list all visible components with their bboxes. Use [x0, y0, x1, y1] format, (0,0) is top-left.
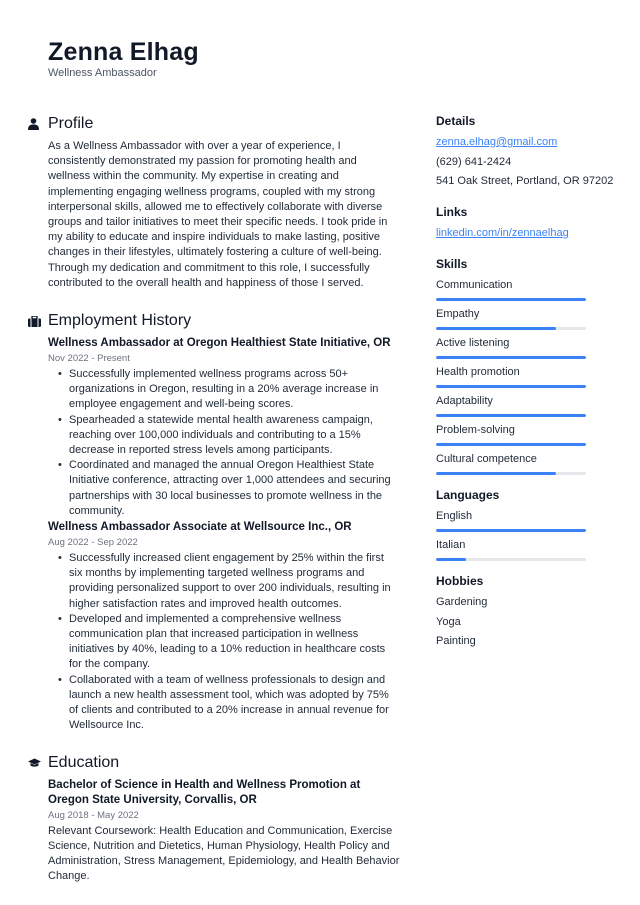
skill-level-track [436, 414, 586, 417]
job-dates: Nov 2022 - Present [48, 353, 130, 365]
profile-heading: Profile [28, 113, 400, 135]
details-section: Details zenna.elhag@gmail.com (629) 641-… [436, 113, 626, 189]
skill-label: Empathy [436, 308, 480, 320]
job-title: Wellness Ambassador at Oregon Healthiest… [48, 337, 391, 350]
education-text: Relevant Coursework: Health Education an… [48, 824, 400, 883]
job-entry: Wellness Ambassador at Oregon Healthiest… [48, 336, 400, 519]
skill-label: Active listening [436, 337, 510, 349]
languages-list: English Italian [436, 509, 626, 561]
skill-item: Communication [436, 278, 626, 301]
skill-level-track [436, 472, 586, 475]
education-entry: Bachelor of Science in Health and Wellne… [48, 778, 400, 885]
job-bullets: Successfully implemented wellness progra… [48, 367, 400, 519]
links-heading: Links [436, 205, 468, 219]
profile-title: Profile [48, 115, 94, 132]
education-heading: Education [28, 752, 400, 774]
main-column: Profile As a Wellness Ambassador with ov… [28, 113, 400, 884]
education-dates: Aug 2018 - May 2022 [48, 809, 139, 821]
employment-section: Employment History Wellness Ambassador a… [28, 310, 400, 733]
skill-level-fill [436, 356, 586, 359]
phone-number: (629) 641-2424 [436, 155, 512, 168]
job-bullets: Successfully increased client engagement… [48, 551, 400, 733]
education-title: Education [48, 753, 120, 771]
language-level-fill [436, 558, 466, 561]
skill-level-track [436, 443, 586, 446]
job-dates: Aug 2022 - Sep 2022 [48, 537, 138, 549]
candidate-title: Wellness Ambassador [48, 67, 157, 79]
hobby-item: Yoga [436, 615, 461, 628]
skill-level-track [436, 298, 586, 301]
job-title: Wellness Ambassador Associate at Wellsou… [48, 521, 352, 534]
skills-section: Skills Communication Empathy Active listen… [436, 256, 626, 475]
skill-level-track [436, 327, 586, 330]
language-item: English [436, 509, 626, 532]
hobby-item: Gardening [436, 596, 488, 608]
linkedin-link[interactable]: linkedin.com/in/zennaelhag [436, 227, 569, 239]
skills-heading: Skills [436, 257, 468, 271]
job-entry: Wellness Ambassador Associate at Wellsou… [48, 520, 400, 733]
skill-level-fill [436, 443, 586, 446]
skill-label: Problem-solving [436, 424, 515, 436]
candidate-name: Zenna Elhag [48, 38, 199, 66]
employment-heading: Employment History [28, 310, 400, 332]
skill-level-fill [436, 327, 556, 330]
skills-list: Communication Empathy Active listening Heal… [436, 278, 626, 475]
employment-title: Employment History [48, 312, 192, 330]
languages-section: Languages English Italian [436, 487, 626, 561]
degree-title: Bachelor of Science in Health and Wellne… [48, 778, 361, 806]
briefcase-icon [28, 315, 48, 327]
job-bullet: Successfully implemented wellness progra… [58, 367, 400, 413]
skill-label: Health promotion [436, 366, 520, 378]
skill-item: Health promotion [436, 365, 626, 388]
skill-label: Communication [436, 279, 513, 291]
skill-level-track [436, 356, 586, 359]
languages-heading: Languages [436, 488, 500, 502]
hobby-item: Painting [436, 635, 476, 647]
job-bullet: Spearheaded a statewide mental health aw… [58, 413, 400, 459]
skill-label: Adaptability [436, 395, 493, 407]
language-level-fill [436, 529, 586, 532]
language-level-track [436, 529, 586, 532]
details-heading: Details [436, 114, 476, 128]
skill-level-track [436, 385, 586, 388]
job-bullet: Collaborated with a team of wellness pro… [58, 673, 400, 734]
skill-level-fill [436, 414, 586, 417]
education-section: Education Bachelor of Science in Health … [28, 752, 400, 885]
skill-label: Cultural competence [436, 453, 537, 465]
language-level-track [436, 558, 586, 561]
skill-item: Empathy [436, 307, 626, 330]
skill-item: Cultural competence [436, 452, 626, 475]
hobbies-section: Hobbies Gardening Yoga Painting [436, 573, 626, 649]
address: 541 Oak Street, Portland, OR 97202 [436, 175, 614, 187]
job-bullet: Successfully increased client engagement… [58, 551, 400, 612]
profile-text: As a Wellness Ambassador with over a yea… [48, 140, 388, 289]
person-icon [28, 118, 48, 130]
skill-item: Problem-solving [436, 423, 626, 446]
sidebar-column: Details zenna.elhag@gmail.com (629) 641-… [436, 113, 626, 664]
job-bullet: Coordinated and managed the annual Orego… [58, 458, 400, 519]
email-link[interactable]: zenna.elhag@gmail.com [436, 136, 557, 148]
links-section: Links linkedin.com/in/zennaelhag [436, 204, 626, 241]
skill-item: Active listening [436, 336, 626, 359]
skill-item: Adaptability [436, 394, 626, 417]
hobbies-heading: Hobbies [436, 574, 484, 588]
language-item: Italian [436, 538, 626, 561]
skill-level-fill [436, 385, 586, 388]
profile-section: Profile As a Wellness Ambassador with ov… [28, 113, 400, 291]
graduation-cap-icon [28, 758, 48, 768]
language-label: Italian [436, 539, 466, 551]
job-bullet: Developed and implemented a comprehensiv… [58, 612, 400, 673]
language-label: English [436, 510, 473, 522]
skill-level-fill [436, 472, 556, 475]
skill-level-fill [436, 298, 586, 301]
